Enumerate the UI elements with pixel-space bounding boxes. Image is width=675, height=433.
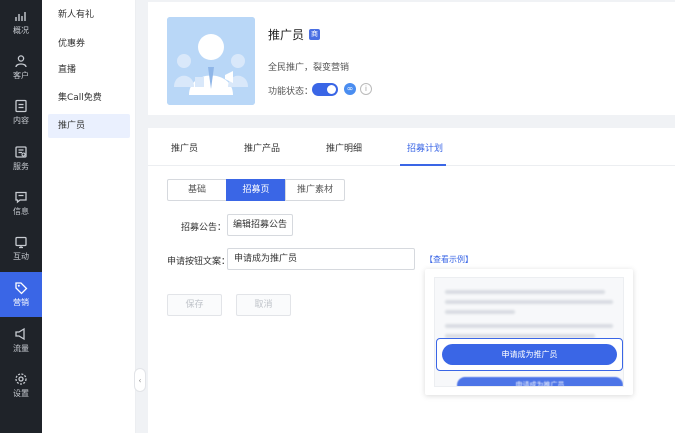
tab-recruitment-plan[interactable]: 招募计划 [407, 141, 443, 154]
preview-apply-button: 申请成为推广员 [442, 344, 617, 365]
rail-item-traffic[interactable]: 流量 [0, 318, 42, 363]
button-text-input[interactable]: 申请成为推广员 [227, 248, 415, 270]
preview-button-highlight: 申请成为推广员 [436, 338, 623, 371]
rail-item-settings[interactable]: 设置 [0, 363, 42, 408]
rail-item-label: 客户 [13, 71, 29, 80]
rail-item-label: 服务 [13, 162, 29, 171]
rail-item-label: 信息 [13, 207, 29, 216]
view-example-link[interactable]: 【查看示例】 [425, 254, 473, 265]
document-icon [15, 99, 27, 113]
primary-nav-rail: 概况 客户 内容 服务 信息 互动 营销 流量 设置 [0, 0, 42, 433]
tab-promotion-details[interactable]: 推广明细 [326, 141, 362, 154]
subnav-item-coupon[interactable]: 优惠券 [48, 32, 130, 56]
segment-basic[interactable]: 基础 [167, 179, 227, 201]
save-button[interactable]: 保存 [167, 294, 222, 316]
rail-item-label: 流量 [13, 344, 29, 353]
rail-item-content[interactable]: 内容 [0, 90, 42, 135]
button-text-label: 申请按钮文案： [167, 257, 231, 267]
rail-item-overview[interactable]: 概况 [0, 0, 42, 45]
main-content: 推广员 商 全民推广，裂变营销 功能状态： ∞ i 推广员 推广产品 推广明细 … [148, 0, 675, 433]
promoter-figure-icon [167, 17, 255, 105]
feature-header-card: 推广员 商 全民推广，裂变营销 功能状态： ∞ i [148, 2, 675, 115]
page-segmented-control: 基础 招募页 推广素材 [167, 179, 345, 201]
rail-item-label: 设置 [13, 389, 29, 398]
rail-item-marketing[interactable]: 营销 [0, 272, 42, 317]
rail-item-label: 概况 [13, 26, 29, 35]
gear-icon [15, 373, 27, 385]
user-icon [15, 55, 27, 68]
subnav-item-promoter[interactable]: 推广员 [48, 114, 130, 138]
merchant-badge: 商 [309, 29, 320, 40]
subnav-item-jicall[interactable]: 集Call免费 [48, 86, 130, 110]
rail-item-service[interactable]: 服务 [0, 136, 42, 181]
page-title: 推广员 [268, 28, 305, 42]
rail-item-message[interactable]: 信息 [0, 181, 42, 226]
edit-announcement-button[interactable]: 编辑招募公告 [227, 214, 293, 236]
chevron-left-icon: ‹ [138, 375, 142, 385]
rail-item-customer[interactable]: 客户 [0, 45, 42, 90]
preview-ghost-button: 申请成为推广员 [457, 377, 623, 386]
subnav-item-live[interactable]: 直播 [48, 58, 130, 82]
link-icon[interactable]: ∞ [344, 83, 356, 95]
info-icon[interactable]: i [360, 83, 372, 95]
megaphone-icon [15, 327, 25, 341]
rail-item-label: 营销 [13, 298, 29, 307]
announcement-label: 招募公告： [181, 223, 227, 233]
segment-promotion-material[interactable]: 推广素材 [285, 179, 345, 201]
recruitment-card: 推广员 推广产品 推广明细 招募计划 基础 招募页 推广素材 招募公告： 编辑招… [148, 128, 675, 433]
service-icon [15, 146, 27, 158]
tab-bar: 推广员 推广产品 推广明细 招募计划 [148, 128, 675, 166]
example-preview-popover: 申请成为推广员 申请成为推广员 [425, 269, 633, 395]
subnav-item-new-user-gift[interactable]: 新人有礼 [48, 3, 130, 27]
interact-icon [15, 236, 27, 249]
tab-promoters[interactable]: 推广员 [171, 141, 198, 154]
collapse-sidebar-handle[interactable]: ‹ [134, 368, 146, 392]
feature-status-label: 功能状态： [268, 87, 314, 97]
feature-slogan: 全民推广，裂变营销 [268, 63, 350, 73]
tab-promotion-products[interactable]: 推广产品 [244, 141, 280, 154]
secondary-nav: 新人有礼 优惠券 直播 集Call免费 推广员 [42, 0, 136, 433]
feature-status-toggle[interactable] [312, 83, 338, 96]
active-tab-indicator [400, 164, 446, 166]
rail-item-interact[interactable]: 互动 [0, 226, 42, 271]
segment-recruitment-page[interactable]: 招募页 [226, 179, 286, 201]
message-icon [15, 191, 27, 204]
chart-icon [15, 12, 26, 21]
tag-icon [15, 282, 28, 295]
promoter-illustration [167, 17, 255, 105]
rail-item-label: 内容 [13, 116, 29, 125]
rail-item-label: 互动 [13, 252, 29, 261]
cancel-button[interactable]: 取消 [236, 294, 291, 316]
